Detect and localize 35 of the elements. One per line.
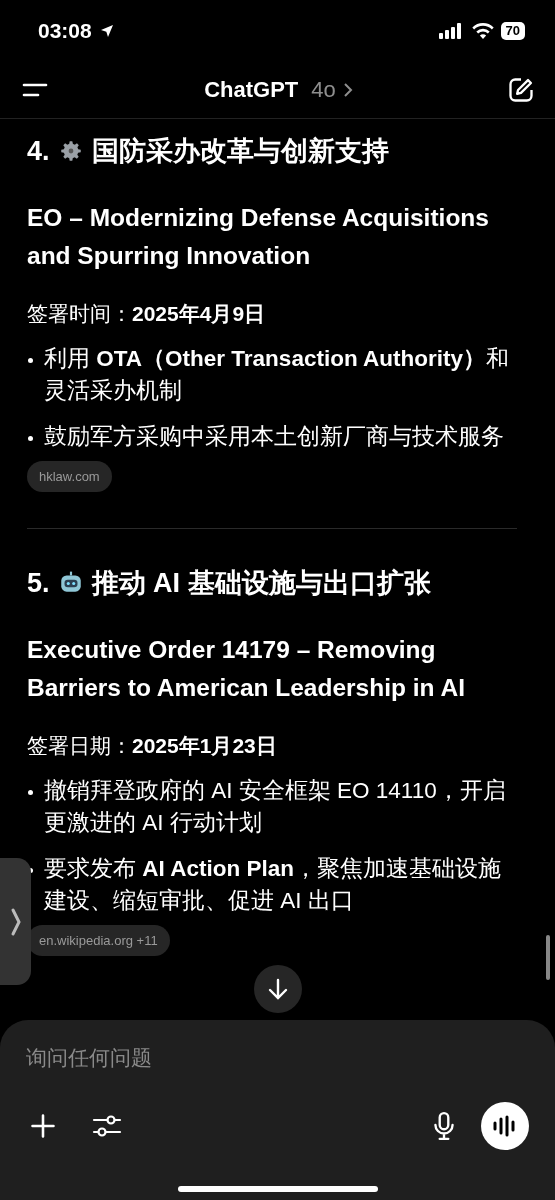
voice-mode-button[interactable] [481,1102,529,1150]
chevron-icon [342,82,353,98]
message-input[interactable]: 询问任何问题 [26,1042,529,1074]
section-heading: 国防采办改革与创新支持 [91,135,389,168]
wifi-icon [471,23,494,39]
bullet-text: 利用 OTA（Other Transaction Authority）和灵活采办机制 [44,345,511,405]
bullet-icon [28,358,33,363]
chevron-icon [9,906,22,937]
new-chat-icon[interactable] [507,76,535,104]
waveform-icon [492,1115,518,1137]
order-title: Executive Order 14179 – Removing Barriers to American Leadership in AI [27,635,466,703]
menu-icon[interactable] [22,81,50,99]
plus-icon [29,1112,57,1140]
section-heading: 推动 AI 基础设施与出口扩张 [91,567,431,600]
order-title: EO – Modernizing Defense Acquisitions and Spurring Innovation [27,203,490,271]
bullet-text: 撤销拜登政府的 AI 安全框架 EO 14110，开启更激进的 AI 行动计划 [44,777,507,837]
section-number: 4. [27,135,50,167]
arrow-down-icon [267,977,289,1001]
microphone-icon [431,1111,457,1141]
app-title: ChatGPT [204,77,299,103]
model-selector[interactable]: ChatGPT 4o [204,77,353,103]
signing-date: 签署日期：2025年1月23日 [27,733,278,759]
bullet-text: 鼓励军方采购中采用本土创新厂商与技术服务 [44,423,505,451]
bullet-icon [28,790,33,795]
side-panel-tab[interactable] [0,858,31,985]
source-chip[interactable]: hklaw.com [27,461,112,492]
status-time: 03:08 [38,19,92,43]
signing-date: 签署时间：2025年4月9日 [27,301,267,327]
bullet-icon [28,436,33,441]
scroll-down-button[interactable] [254,965,302,1013]
model-name: 4o [311,77,336,103]
bullet-text: 要求发布 AI Action Plan，聚焦加速基础设施建设、缩短审批、促进 AI 出口 [44,855,502,915]
section-number: 5. [27,567,50,599]
battery-indicator: 70 [500,22,525,40]
scrollbar [546,935,550,980]
